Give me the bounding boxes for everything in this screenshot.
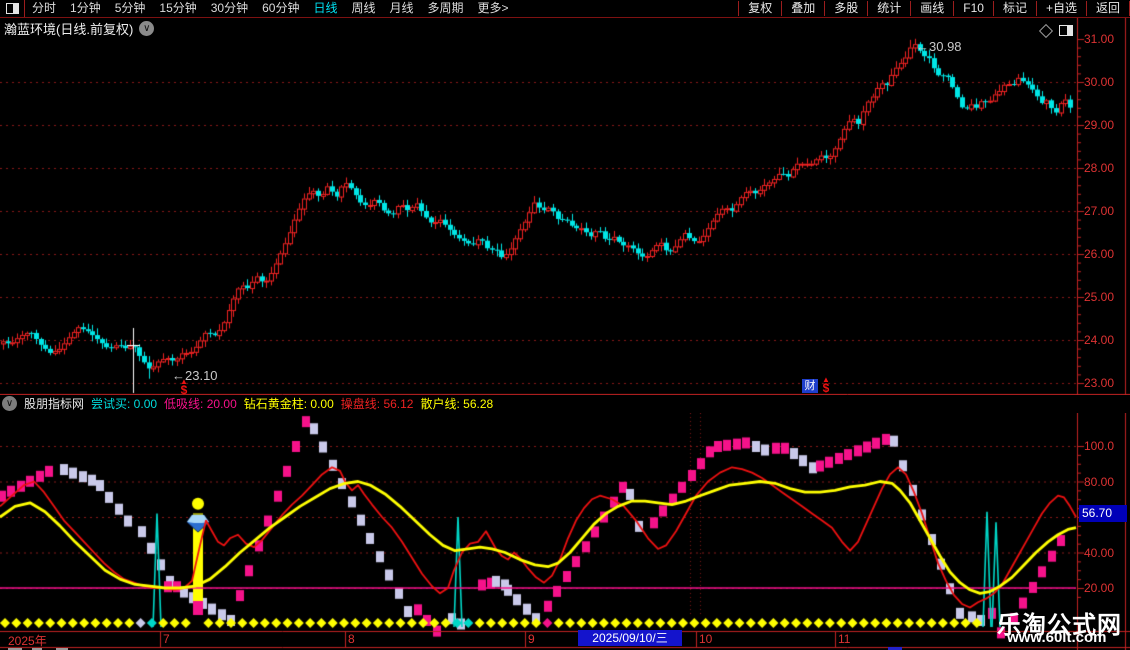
price-axis-label: 25.00 xyxy=(1084,290,1115,304)
tools-menu: 复权 叠加 多股 统计 画线 F10 标记 +自选 返回 xyxy=(738,1,1130,16)
price-axis-label: 26.00 xyxy=(1084,247,1115,261)
toolbar-tool-2[interactable]: 多股 xyxy=(824,1,867,16)
toolbar-tool-4[interactable]: 画线 xyxy=(910,1,953,16)
high-price-annotation: ←30.98 xyxy=(916,39,962,54)
price-axis-label: 30.00 xyxy=(1084,75,1115,89)
period-menu: 分时 1分钟 5分钟 15分钟 30分钟 60分钟 日线 周线 月线 多周期 更多> xyxy=(25,0,516,17)
toolbar-period-5[interactable]: 60分钟 xyxy=(255,0,306,17)
chart-corner-icons xyxy=(1038,23,1073,38)
toolbar-tool-7[interactable]: +自选 xyxy=(1035,1,1086,16)
indicator-source: 股朋指标网 xyxy=(24,397,85,411)
toolbar-period-7[interactable]: 周线 xyxy=(344,0,382,17)
cursor-date-box: 2025/09/10/三 xyxy=(578,630,682,646)
toolbar-period-8[interactable]: 月线 xyxy=(383,0,421,17)
toolbar-period-1[interactable]: 1分钟 xyxy=(63,0,108,17)
price-candlestick-chart[interactable] xyxy=(0,17,1130,395)
toolbar-tool-1[interactable]: 叠加 xyxy=(781,1,824,16)
toolbar-period-9[interactable]: 多周期 xyxy=(421,0,471,17)
panel-layout-icon xyxy=(5,3,19,14)
price-axis-label: 31.00 xyxy=(1084,32,1115,46)
date-axis-label: 9 xyxy=(528,632,535,646)
indicator-value-4: 散户线: 56.28 xyxy=(420,397,494,411)
trading-app-window: 分时 1分钟 5分钟 15分钟 30分钟 60分钟 日线 周线 月线 多周期 更多> 复权 叠加 多股统… xyxy=(0,0,1130,650)
current-value-tag: 56.70 xyxy=(1079,505,1127,522)
chevron-down-icon[interactable]: ∨ xyxy=(139,21,155,36)
stock-title-row: 瀚蓝环境(日线.前复权) ∨ xyxy=(4,19,155,38)
toolbar-period-4[interactable]: 30分钟 xyxy=(204,0,255,17)
date-axis-label: 7 xyxy=(163,632,170,646)
window-panel-icon[interactable] xyxy=(0,0,25,17)
indicator-axis-label: 20.00 xyxy=(1084,581,1115,595)
indicator-value-3: 操盘线: 56.12 xyxy=(340,397,414,411)
date-axis-label: 2025年 xyxy=(8,634,47,648)
cai-news-badge[interactable]: 财 xyxy=(802,379,818,393)
date-axis-label: 11 xyxy=(838,632,851,646)
price-axis-label: 24.00 xyxy=(1084,333,1115,347)
indicator-values: 尝试买: 0.00 低吸线: 20.00 钻石黄金柱: 0.00 操盘线: 56.12… xyxy=(91,395,493,412)
price-axis-label: 29.00 xyxy=(1084,118,1115,132)
indicator-axis-label: 80.00 xyxy=(1084,474,1115,489)
toolbar-period-10[interactable]: 更多> xyxy=(471,0,516,17)
indicator-value-0: 尝试买: 0.00 xyxy=(91,397,158,411)
low-price-annotation: ←23.10 xyxy=(172,368,218,383)
sell-signal-marker: ▲ $ xyxy=(180,377,188,397)
toolbar-period-6[interactable]: 日线 xyxy=(306,0,344,17)
watermark-site-url: www.60lt.com xyxy=(1007,629,1107,646)
stock-title: 瀚蓝环境(日线.前复权) xyxy=(4,22,134,37)
chevron-down-icon[interactable]: ∨ xyxy=(2,396,17,411)
indicator-value-1: 低吸线: 20.00 xyxy=(164,397,237,411)
toolbar-tool-8[interactable]: 返回 xyxy=(1085,1,1130,16)
top-toolbar: 分时 1分钟 5分钟 15分钟 30分钟 60分钟 日线 周线 月线 多周期 更多> 复权 叠加 多股统… xyxy=(0,0,1130,18)
toolbar-period-3[interactable]: 15分钟 xyxy=(152,0,203,17)
toolbar-period-2[interactable]: 5分钟 xyxy=(108,0,153,17)
toolbar-tool-0[interactable]: 复权 xyxy=(738,1,781,16)
split-view-icon[interactable] xyxy=(1059,25,1073,36)
price-axis-label: 28.00 xyxy=(1084,161,1115,175)
date-axis-label: 8 xyxy=(348,632,355,646)
price-axis-label: 27.00 xyxy=(1084,204,1115,218)
indicator-axis-label: 40.00 xyxy=(1084,545,1115,560)
date-axis-label: 10 xyxy=(699,632,713,646)
toolbar-tool-5[interactable]: F10 xyxy=(953,1,993,16)
toolbar-tool-6[interactable]: 标记 xyxy=(992,1,1036,16)
indicator-axis-label: 100.0 xyxy=(1084,439,1115,453)
indicator-label-row: ∨ 股朋指标网 尝试买: 0.00 低吸线: 20.00 钻石黄金柱: 0.00 操盘… xyxy=(2,395,493,412)
diamond-icon[interactable] xyxy=(1038,23,1054,38)
indicator-value-2: 钻石黄金柱: 0.00 xyxy=(243,397,334,411)
toolbar-tool-3[interactable]: 统计 xyxy=(867,1,910,16)
price-axis-label: 23.00 xyxy=(1084,376,1115,390)
indicator-oscillator-chart[interactable] xyxy=(0,413,1130,650)
toolbar-period-0[interactable]: 分时 xyxy=(25,0,63,17)
sell-signal-marker: ▲ $ xyxy=(822,375,830,395)
